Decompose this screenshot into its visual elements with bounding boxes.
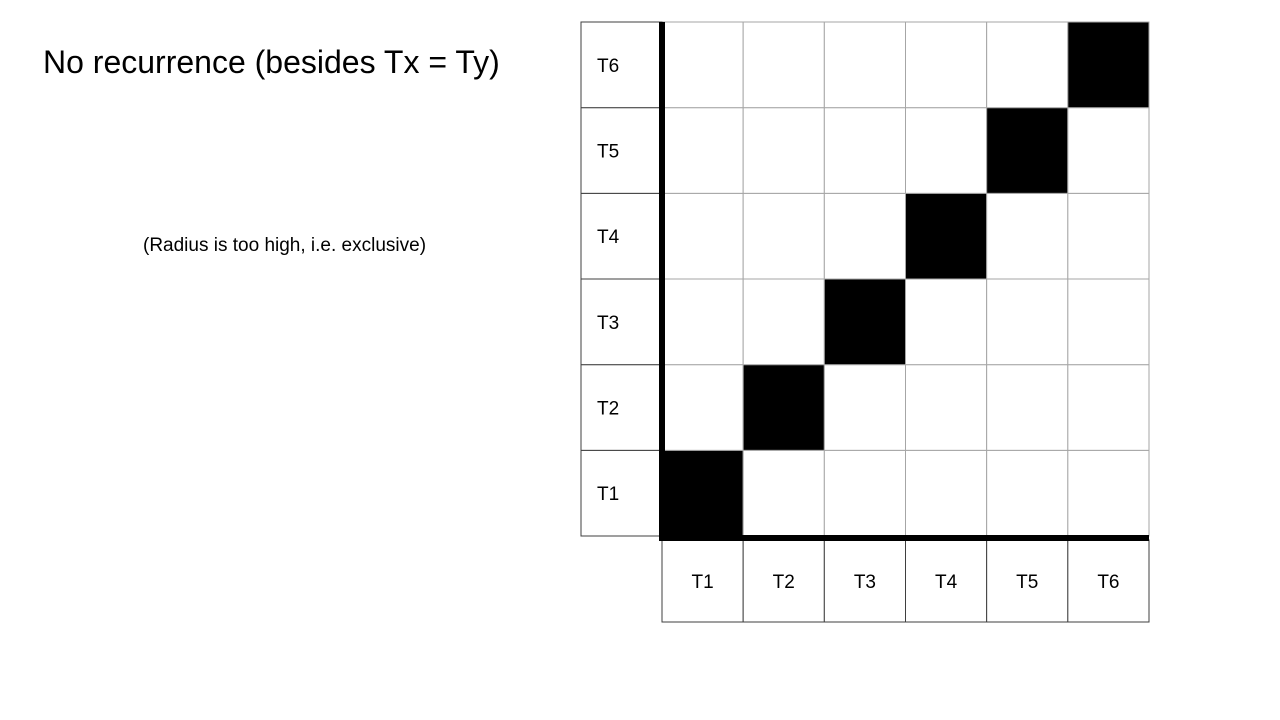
cell-T3-T2 <box>823 364 906 451</box>
cell-T5-T2 <box>986 364 1069 451</box>
y-label-T6: T6 <box>597 56 619 77</box>
cell-T5-T4 <box>986 192 1069 280</box>
x-label-T3: T3 <box>854 572 876 593</box>
recurrence-plot: T1 T2 T3 T4 T5 T6 T1 T2 T3 T4 T5 T6 <box>580 21 1150 623</box>
cell-T5-T6 <box>986 21 1069 109</box>
cell-T4-T4 <box>905 192 988 280</box>
cell-T5-T5 <box>986 107 1069 194</box>
y-label-box-T3 <box>580 278 663 366</box>
cell-T2-T5 <box>742 107 825 194</box>
cell-T2-T4 <box>742 192 825 280</box>
y-label-T2: T2 <box>597 399 619 420</box>
x-label-T5: T5 <box>1016 572 1038 593</box>
cell-T4-T1 <box>905 449 988 537</box>
cell-T4-T5 <box>905 107 988 194</box>
x-axis-line <box>659 535 1149 541</box>
y-label-box-T4 <box>580 192 663 280</box>
cell-T6-T3 <box>1067 278 1150 366</box>
cell-T1-T5 <box>661 107 744 194</box>
cell-T6-T2 <box>1067 364 1150 451</box>
cell-T4-T6 <box>905 21 988 109</box>
y-label-T1: T1 <box>597 484 619 505</box>
x-label-T6: T6 <box>1097 572 1119 593</box>
cell-T6-T1 <box>1067 449 1150 537</box>
y-label-box-T1 <box>580 449 663 537</box>
y-label-T4: T4 <box>597 227 620 248</box>
y-label-box-T5 <box>580 107 663 194</box>
cell-T2-T3 <box>742 278 825 366</box>
cell-T6-T6 <box>1067 21 1150 109</box>
cell-T1-T2 <box>661 364 744 451</box>
cell-T1-T3 <box>661 278 744 366</box>
cell-T1-T1 <box>661 449 744 537</box>
y-label-box-T2 <box>580 364 663 451</box>
x-label-T4: T4 <box>935 572 958 593</box>
matrix-cells <box>661 21 1150 537</box>
cell-T4-T2 <box>905 364 988 451</box>
y-label-T3: T3 <box>597 313 619 334</box>
cell-T2-T1 <box>742 449 825 537</box>
y-axis-line <box>659 22 665 539</box>
cell-T5-T1 <box>986 449 1069 537</box>
x-label-T2: T2 <box>773 572 795 593</box>
cell-T3-T5 <box>823 107 906 194</box>
cell-T3-T6 <box>823 21 906 109</box>
cell-T2-T6 <box>742 21 825 109</box>
cell-T5-T3 <box>986 278 1069 366</box>
cell-T3-T3 <box>823 278 906 366</box>
y-label-T5: T5 <box>597 142 619 163</box>
cell-T3-T1 <box>823 449 906 537</box>
cell-T1-T4 <box>661 192 744 280</box>
x-label-T1: T1 <box>691 572 713 593</box>
cell-T1-T6 <box>661 21 744 109</box>
cell-T3-T4 <box>823 192 906 280</box>
cell-T6-T5 <box>1067 107 1150 194</box>
cell-T4-T3 <box>905 278 988 366</box>
y-label-box-T6 <box>580 21 663 109</box>
cell-T6-T4 <box>1067 192 1150 280</box>
cell-T2-T2 <box>742 364 825 451</box>
